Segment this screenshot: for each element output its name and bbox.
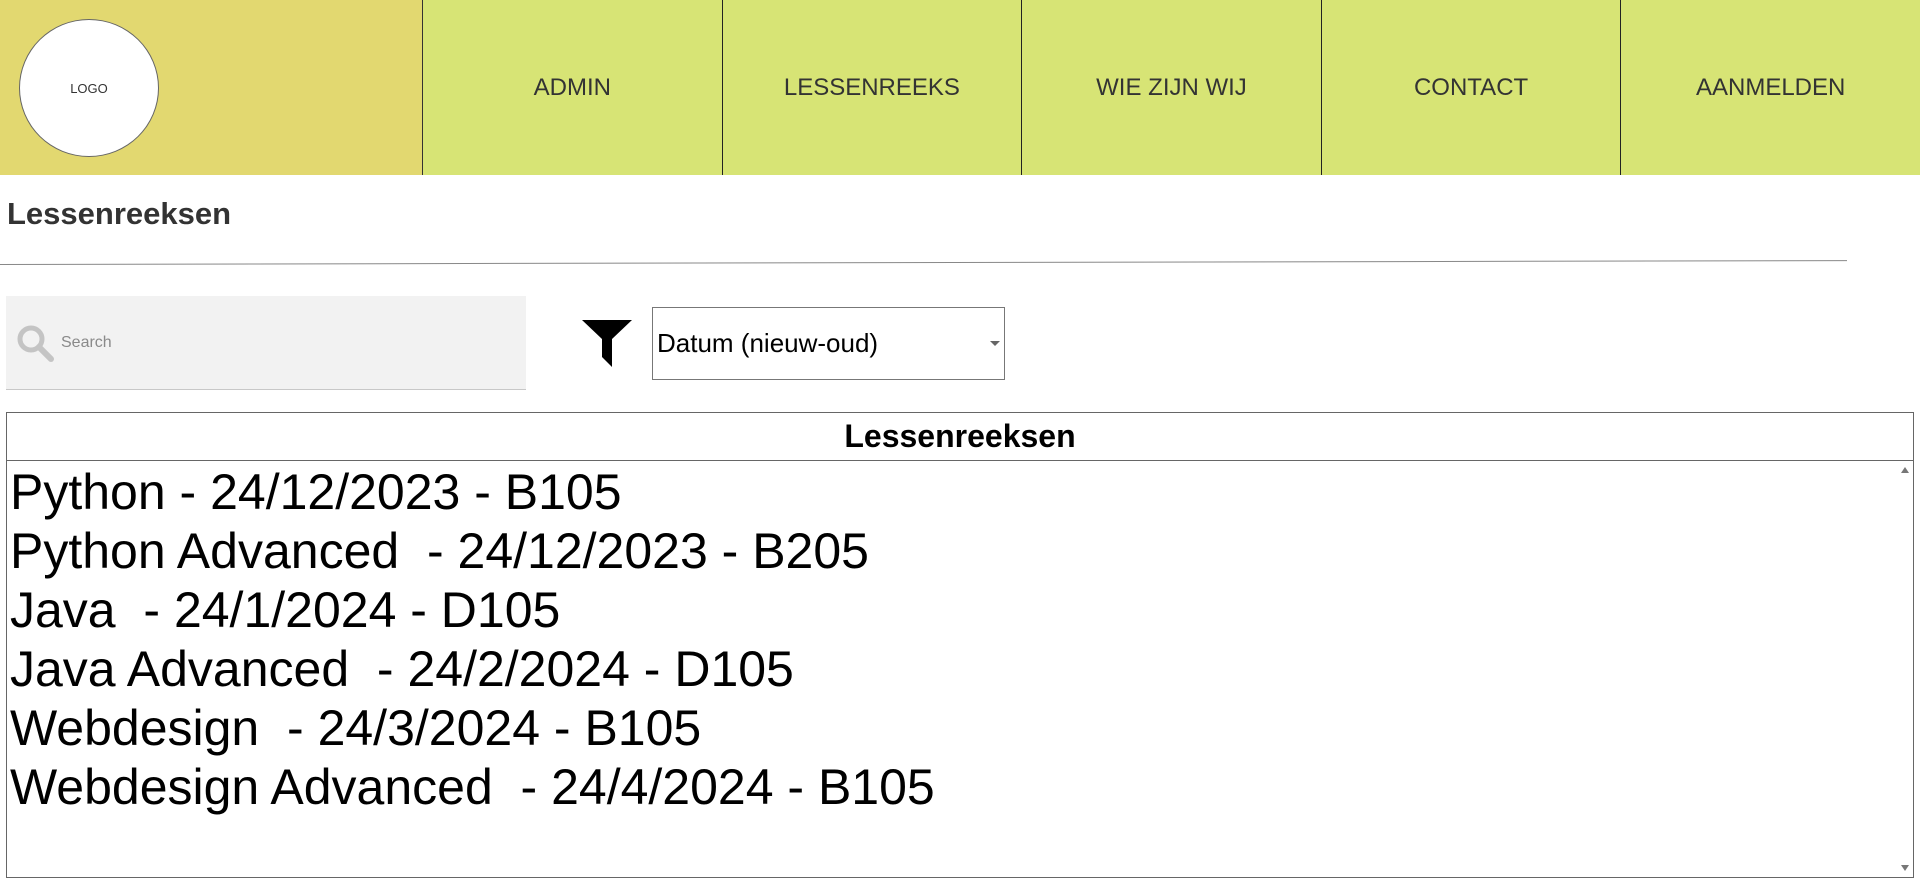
nav-item-label: WIE ZIJN WIJ (1096, 73, 1247, 101)
sort-selected-value: Datum (nieuw-oud) (657, 328, 879, 358)
list-item[interactable]: Webdesign Advanced - 24/4/2024 - B105 (10, 758, 935, 817)
scroll-down-arrow-icon[interactable] (1901, 865, 1909, 871)
nav-item-label: ADMIN (533, 73, 611, 101)
list-items: Python - 24/12/2023 - B105 Python Advanc… (10, 463, 935, 817)
chevron-down-icon (990, 341, 1000, 346)
logo-text: LOGO (70, 80, 108, 96)
logo[interactable]: LOGO (19, 19, 159, 157)
nav-item-label: LESSENREEKS (783, 73, 960, 101)
logo-area: LOGO (0, 0, 423, 175)
list-item[interactable]: Python Advanced - 24/12/2023 - B205 (10, 522, 935, 581)
list-item[interactable]: Java Advanced - 24/2/2024 - D105 (10, 640, 935, 699)
sort-select[interactable]: Datum (nieuw-oud) (652, 307, 1005, 380)
list-header: Lessenreeksen (7, 413, 1913, 461)
nav-item-contact[interactable]: CONTACT (1321, 0, 1622, 175)
divider (0, 260, 1847, 265)
page-title: Lessenreeksen (7, 196, 232, 231)
list-item[interactable]: Python - 24/12/2023 - B105 (10, 463, 935, 522)
filter-icon[interactable] (580, 317, 634, 369)
nav-item-wie-zijn-wij[interactable]: WIE ZIJN WIJ (1022, 0, 1322, 175)
lessenreeksen-list[interactable]: Lessenreeksen Python - 24/12/2023 - B105… (6, 412, 1914, 878)
nav-item-aanmelden[interactable]: AANMELDEN (1621, 0, 1920, 175)
list-item[interactable]: Java - 24/1/2024 - D105 (10, 581, 935, 640)
nav-item-admin[interactable]: ADMIN (423, 0, 723, 175)
search-icon (13, 321, 57, 365)
nav-item-lessenreeks[interactable]: LESSENREEKS (722, 0, 1023, 175)
list-body: Python - 24/12/2023 - B105 Python Advanc… (7, 461, 1913, 877)
list-item[interactable]: Webdesign - 24/3/2024 - B105 (10, 699, 935, 758)
search-input[interactable] (59, 321, 503, 364)
nav-item-label: AANMELDEN (1695, 73, 1846, 101)
scrollbar[interactable] (1897, 461, 1913, 877)
scroll-up-arrow-icon[interactable] (1901, 467, 1909, 473)
site-header: LOGO ADMIN LESSENREEKS WIE ZIJN WIJ CONT… (0, 0, 1920, 175)
search-box[interactable] (6, 296, 526, 390)
nav-item-label: CONTACT (1413, 73, 1529, 101)
